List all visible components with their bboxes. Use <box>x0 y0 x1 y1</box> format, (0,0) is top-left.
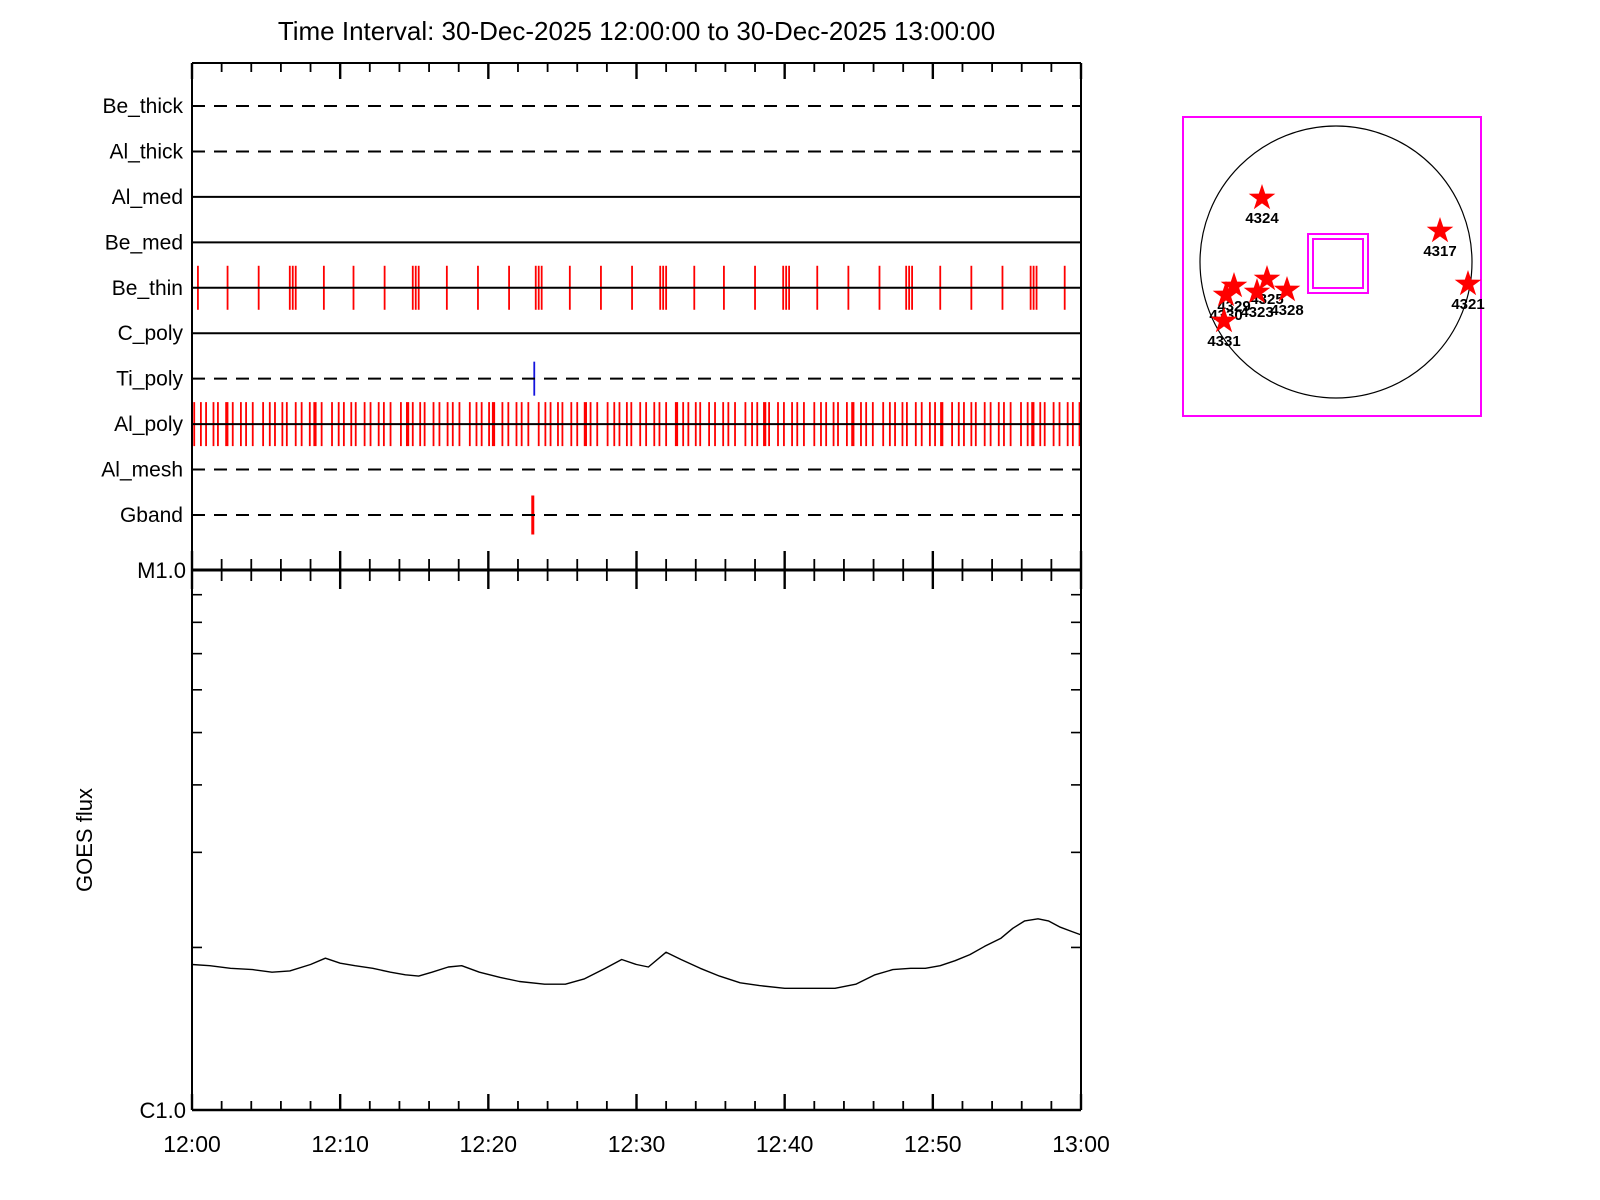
filter-row-label-Be_thick: Be_thick <box>102 95 183 118</box>
x-axis-tick-label: 12:30 <box>608 1131 666 1157</box>
filter-row-label-Al_poly: Al_poly <box>114 413 183 436</box>
fov-box-inner <box>1312 238 1364 289</box>
active-region-label-4321: 4321 <box>1451 296 1484 313</box>
fov-box-outer <box>1307 233 1369 294</box>
filter-row-label-Be_thin: Be_thin <box>112 277 183 300</box>
filter-row-label-C_poly: C_poly <box>118 322 184 345</box>
goes-y-top-label: M1.0 <box>137 558 186 583</box>
active-region-label-4328: 4328 <box>1270 302 1303 319</box>
active-region-star-4321 <box>1454 270 1482 296</box>
x-axis-tick-label: 12:20 <box>460 1131 518 1157</box>
plot-canvas: Be_thick Al_thick Al_med Be_med Be_thin C_pol… <box>72 62 1485 1157</box>
filter-row-label-Al_thick: Al_thick <box>109 140 183 163</box>
x-axis-tick-label: 12:40 <box>756 1131 814 1157</box>
filter-row-label-Gband: Gband <box>120 504 183 527</box>
filter-row-label-Ti_poly: Ti_poly <box>116 368 183 391</box>
active-region-star-4317 <box>1426 217 1454 243</box>
x-axis-tick-label: 13:00 <box>1052 1131 1110 1157</box>
solar-limb-circle <box>1199 125 1473 399</box>
goes-y-bottom-label: C1.0 <box>140 1098 186 1123</box>
plot-window: Time Interval: 30-Dec-2025 12:00:00 to 3… <box>0 0 1600 1200</box>
goes-y-axis-title: GOES flux <box>72 788 97 892</box>
x-axis-tick-label: 12:50 <box>904 1131 962 1157</box>
filter-row-label-Be_med: Be_med <box>105 231 183 254</box>
active-region-label-4324: 4324 <box>1245 210 1279 227</box>
active-region-label-4331: 4331 <box>1207 333 1240 350</box>
active-region-star-4324 <box>1248 184 1276 210</box>
active-region-label-4317: 4317 <box>1423 243 1456 260</box>
filter-row-label-Al_mesh: Al_mesh <box>101 459 183 482</box>
x-axis-tick-label: 12:00 <box>163 1131 221 1157</box>
x-axis-tick-label: 12:10 <box>311 1131 369 1157</box>
filter-row-label-Al_med: Al_med <box>112 186 183 209</box>
goes-flux-curve <box>191 918 1082 989</box>
sun-map-border <box>1182 116 1482 417</box>
